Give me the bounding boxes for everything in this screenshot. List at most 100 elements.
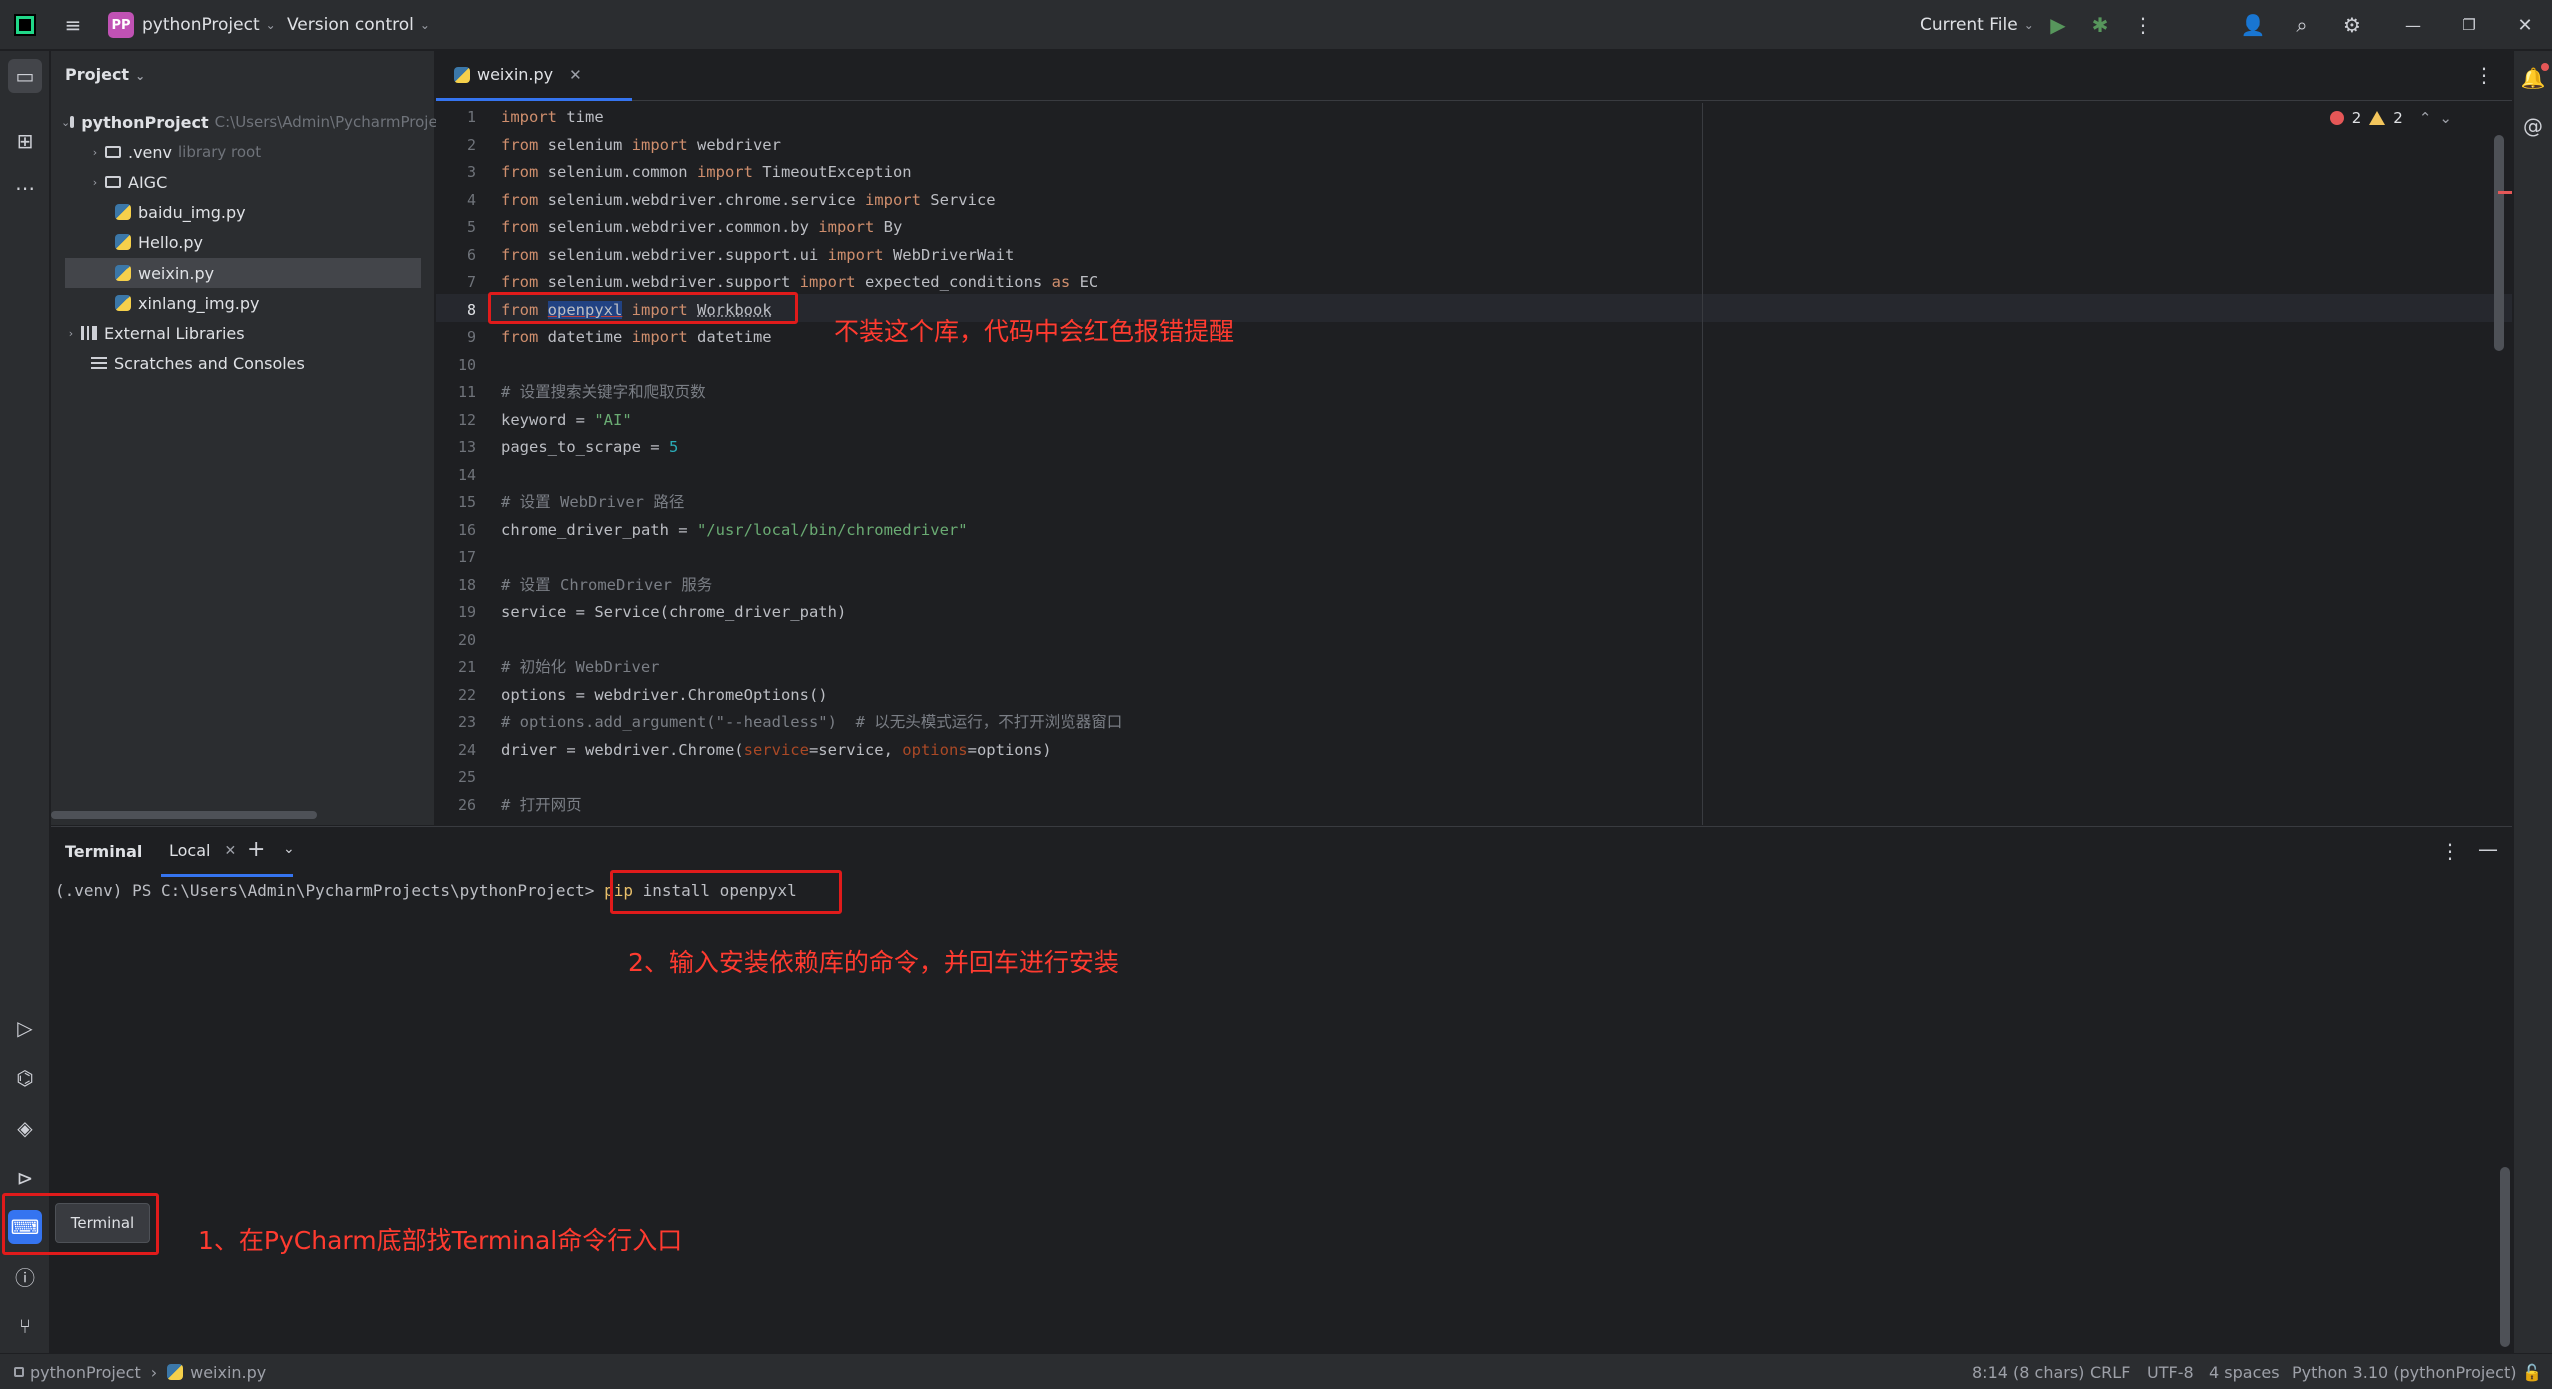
line-number[interactable]: 5 [436,213,476,241]
line-number[interactable]: 18 [436,571,476,599]
python-packages-icon[interactable]: ◈ [8,1111,42,1145]
tree-item-external-libraries[interactable]: › External Libraries [61,318,245,348]
git-icon[interactable]: ⑂ [8,1309,42,1343]
version-control-menu[interactable]: Version control ⌄ [287,0,430,50]
python-file-icon [115,204,131,220]
services-icon[interactable]: ⊳ [8,1161,42,1195]
add-user-icon[interactable]: 👤 [2236,8,2270,42]
line-number[interactable]: 14 [436,461,476,489]
line-number[interactable]: 6 [436,241,476,269]
line-number[interactable]: 25 [436,763,476,791]
more-icon[interactable]: ⋮ [2440,839,2460,863]
hide-panel-icon[interactable]: — [2478,837,2498,861]
more-tools-icon[interactable]: ⋯ [8,171,42,205]
vertical-scrollbar[interactable] [2494,135,2504,351]
inspection-widget[interactable]: 2 2 ⌃ ⌄ [2329,109,2452,127]
indent-setting[interactable]: 4 spaces [2209,1354,2280,1389]
line-number[interactable]: 17 [436,543,476,571]
run-config-selector[interactable]: Current File ⌄ [1920,0,2034,50]
chevron-right-icon[interactable]: › [61,327,81,340]
new-terminal-icon[interactable]: + [247,837,265,862]
tree-item-venv[interactable]: › .venv library root [85,137,435,167]
lock-icon[interactable]: 🔓 [2522,1354,2542,1389]
restore-icon[interactable]: ❐ [2452,8,2486,42]
pycharm-logo-icon[interactable] [14,14,36,36]
file-encoding[interactable]: UTF-8 [2147,1354,2194,1389]
line-separator[interactable]: CRLF [2090,1354,2130,1389]
structure-icon[interactable]: ⊞ [8,124,42,158]
chevron-down-icon: ⌄ [419,18,430,32]
line-number[interactable]: 19 [436,598,476,626]
chevron-right-icon: › [150,1362,158,1382]
line-number[interactable]: 21 [436,653,476,681]
terminal-tab-local[interactable]: Local ✕ [161,827,293,877]
line-number[interactable]: 13 [436,433,476,461]
caret-position[interactable]: 8:14 (8 chars) [1972,1354,2084,1389]
line-number[interactable]: 3 [436,158,476,186]
chevron-down-icon[interactable]: ⌄ [2439,109,2452,127]
horizontal-scrollbar[interactable] [51,811,317,819]
settings-icon[interactable]: ⚙ [2335,8,2369,42]
python-console-icon[interactable]: ⌬ [8,1061,42,1095]
line-number[interactable]: 1 [436,103,476,131]
close-icon[interactable]: ✕ [224,843,236,859]
terminal-prompt: (.venv) PS C:\Users\Admin\PycharmProject… [55,881,595,900]
run-tool-icon[interactable]: ▷ [8,1011,42,1045]
line-number[interactable]: 4 [436,186,476,214]
line-number[interactable]: 24 [436,736,476,764]
line-number[interactable]: 22 [436,681,476,709]
chevron-right-icon[interactable]: › [85,146,105,159]
python-file-icon [115,265,131,281]
chevron-right-icon[interactable]: › [85,176,105,189]
line-number[interactable]: 2 [436,131,476,159]
line-number[interactable]: 8 [436,296,476,324]
line-number[interactable]: 9 [436,323,476,351]
tree-item-hello[interactable]: Hello.py [115,227,203,257]
terminal-scrollbar[interactable] [2500,1167,2510,1347]
code-line-12: keyword = "AI" [501,410,632,429]
menu-icon[interactable]: ≡ [56,8,90,42]
minimize-icon[interactable]: — [2396,8,2430,42]
debug-icon[interactable]: ✱ [2083,8,2117,42]
code-line-13: pages_to_scrape = 5 [501,438,679,456]
chevron-up-icon[interactable]: ⌃ [2419,109,2432,127]
line-number[interactable]: 10 [436,351,476,379]
tree-item-aigc[interactable]: › AIGC [85,167,167,197]
more-icon[interactable]: ⋮ [2126,8,2160,42]
chevron-down-icon[interactable]: ⌄ [283,841,295,857]
editor-tab-weixin[interactable]: weixin.py ✕ [436,51,632,101]
line-number[interactable]: 12 [436,406,476,434]
line-number[interactable]: 26 [436,791,476,819]
close-icon[interactable]: ✕ [569,66,582,84]
project-panel-title[interactable]: Project ⌄ [65,65,145,84]
tree-item-pythonproject[interactable]: ⌄ pythonProject C:\Users\Admin\PycharmPr… [61,107,568,137]
terminal-entry-highlight-box [2,1193,159,1255]
tree-item-weixin[interactable]: weixin.py [65,258,421,288]
breadcrumb-file[interactable]: weixin.py [190,1363,266,1382]
more-icon[interactable]: ⋮ [2474,63,2494,87]
tree-item-baidu-img[interactable]: baidu_img.py [115,197,246,227]
chevron-down-icon[interactable]: ⌄ [61,116,70,129]
project-switcher[interactable]: PP pythonProject ⌄ [108,0,276,50]
breadcrumb[interactable]: pythonProject › weixin.py [14,1354,266,1389]
python-interpreter[interactable]: Python 3.10 (pythonProject) [2292,1354,2516,1389]
error-stripe-marker[interactable] [2498,191,2512,194]
line-number[interactable]: 20 [436,626,476,654]
project-folder-icon[interactable]: ▭ [8,59,42,93]
library-icon [81,326,97,340]
line-number[interactable]: 15 [436,488,476,516]
problems-icon[interactable]: ⓘ [8,1259,42,1293]
run-icon[interactable]: ▶ [2041,8,2075,42]
line-number[interactable]: 7 [436,268,476,296]
search-icon[interactable]: ⌕ [2285,8,2319,42]
line-number[interactable]: 16 [436,516,476,544]
tree-item-scratches[interactable]: Scratches and Consoles [91,348,305,378]
warning-icon [2369,111,2386,125]
code-editor: weixin.py ✕ ⋮ 1 2 3 4 5 6 7 8 9 10 11 12 13 14 15 16 17 1… [436,51,2512,825]
line-number[interactable]: 11 [436,378,476,406]
line-number[interactable]: 23 [436,708,476,736]
close-icon[interactable]: ✕ [2508,8,2542,42]
tree-item-xinlang-img[interactable]: xinlang_img.py [115,288,260,318]
breadcrumb-project[interactable]: pythonProject [30,1363,141,1382]
ai-assistant-icon[interactable]: @ [2516,109,2550,143]
